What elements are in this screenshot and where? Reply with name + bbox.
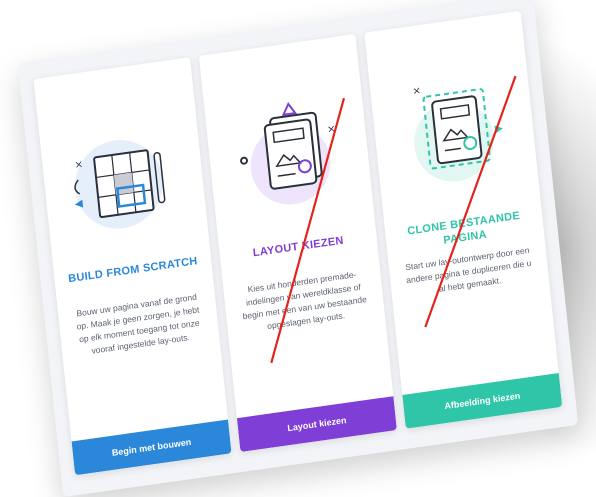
clone-document-icon: × — [382, 66, 527, 204]
card-title: LAYOUT KIEZEN — [252, 234, 345, 260]
card-description: Start uw lay-outontwerp door een andere … — [404, 244, 532, 294]
layout-document-icon: × — [216, 89, 361, 227]
card-title: BUILD FROM SCRATCH — [67, 255, 199, 286]
svg-text:×: × — [74, 159, 83, 171]
builder-options-panel: × BUILD FROM SCRATCH Bouw uw pagina vana… — [17, 0, 579, 497]
blueprint-grid-icon: × — [51, 113, 196, 251]
svg-text:×: × — [412, 85, 421, 97]
svg-text:×: × — [327, 124, 336, 136]
card-description: Kies uit honderden premade-indelingen va… — [242, 269, 368, 332]
card-description: Bouw uw pagina vanaf de grond op. Maak j… — [75, 291, 200, 356]
